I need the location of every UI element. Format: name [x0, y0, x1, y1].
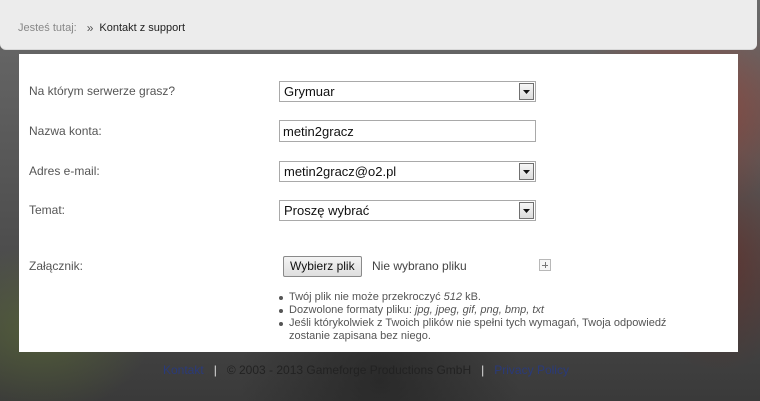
note-warning: Jeśli którykolwiek z Twoich plików nie s…: [278, 317, 698, 343]
subject-label: Temat:: [29, 203, 66, 217]
account-label: Nazwa konta:: [29, 124, 102, 138]
privacy-policy-link[interactable]: Privacy Policy: [494, 363, 569, 377]
copyright-text: © 2003 - 2013 Gameforge Productions GmbH: [226, 363, 472, 377]
note-formats: Dozwolone formaty pliku: jpg, jpeg, gif,…: [278, 304, 698, 317]
footer-links: Kontakt | © 2003 - 2013 Gameforge Producti…: [163, 363, 569, 377]
breadcrumb-label: Jesteś tutaj:: [18, 22, 77, 34]
chevron-down-icon[interactable]: [519, 83, 534, 100]
plus-icon[interactable]: [539, 259, 551, 271]
choose-file-button[interactable]: Wybierz plik: [283, 256, 362, 277]
note-size: Twój plik nie może przekroczyć 512 kB.: [278, 291, 698, 304]
breadcrumb-current: Kontakt z support: [99, 22, 185, 34]
subject-select[interactable]: Proszę wybrać: [279, 200, 536, 221]
breadcrumb-bar: Jesteś tutaj: » Kontakt z support: [0, 0, 757, 50]
account-name-input[interactable]: metin2gracz: [279, 120, 536, 142]
note-formats-value: jpg, jpeg, gif, png, bmp, txt: [414, 304, 544, 316]
attachment-label: Załącznik:: [29, 259, 84, 273]
attachment-notes: Twój plik nie może przekroczyć 512 kB. D…: [278, 291, 698, 343]
chevron-down-icon[interactable]: [519, 202, 534, 219]
breadcrumb-separator: »: [86, 21, 94, 35]
breadcrumb: Jesteś tutaj: » Kontakt z support: [18, 21, 185, 35]
note-size-value: 512: [443, 291, 463, 303]
note-formats-prefix: Dozwolone formaty pliku:: [289, 304, 415, 316]
subject-select-value: Proszę wybrać: [284, 203, 370, 218]
footer-separator: |: [481, 363, 485, 377]
server-select[interactable]: Grymuar: [279, 81, 536, 102]
file-status: Nie wybrano pliku: [372, 259, 467, 273]
server-label: Na którym serwerze grasz?: [29, 84, 176, 98]
email-label: Adres e-mail:: [29, 164, 100, 178]
email-select-value: metin2gracz@o2.pl: [284, 164, 397, 179]
server-select-value: Grymuar: [284, 84, 335, 99]
note-size-prefix: Twój plik nie może przekroczyć: [289, 291, 444, 303]
contact-form: Na którym serwerze grasz? Grymuar Nazwa …: [19, 54, 738, 352]
contact-link[interactable]: Kontakt: [163, 363, 204, 377]
email-select[interactable]: metin2gracz@o2.pl: [279, 161, 536, 182]
footer-separator: |: [213, 363, 217, 377]
chevron-down-icon[interactable]: [519, 163, 534, 180]
note-size-suffix: kB.: [462, 291, 481, 303]
